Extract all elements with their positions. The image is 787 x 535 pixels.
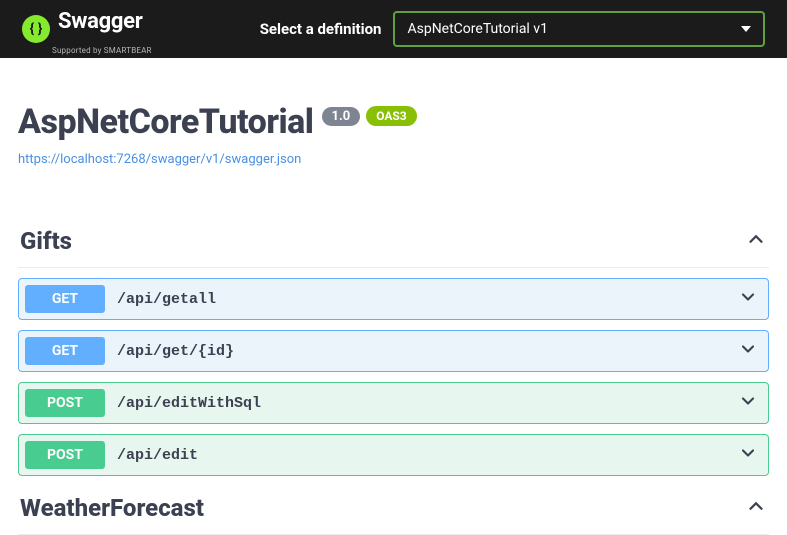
method-badge: POST — [25, 389, 105, 417]
chevron-down-icon — [738, 287, 758, 311]
brand-name: Swagger — [58, 9, 158, 34]
version-badge: 1.0 — [322, 107, 361, 126]
brand-subtitle: Supported by SMARTBEAR — [52, 46, 152, 55]
definition-selected-value: AspNetCoreTutorial v1 — [407, 21, 548, 37]
tag-name: Gifts — [20, 227, 72, 255]
api-title: AspNetCoreTutorial — [18, 102, 314, 142]
chevron-down-icon — [741, 26, 751, 32]
chevron-up-icon — [745, 495, 767, 521]
op-get-getbyid[interactable]: GET /api/get/{id} — [18, 330, 769, 372]
op-path: /api/getall — [117, 291, 738, 308]
chevron-down-icon — [738, 391, 758, 415]
ops-list-gifts: GET /api/getall GET /api/get/{id} POST /… — [18, 268, 769, 476]
main: AspNetCoreTutorial 1.0 OAS3 https://loca… — [0, 58, 787, 535]
op-post-edit[interactable]: POST /api/edit — [18, 434, 769, 476]
title-row: AspNetCoreTutorial 1.0 OAS3 — [18, 102, 769, 142]
tag-header-gifts[interactable]: Gifts — [18, 221, 769, 268]
tag-name: WeatherForecast — [20, 494, 204, 522]
chevron-up-icon — [745, 228, 767, 254]
op-path: /api/editWithSql — [117, 395, 738, 412]
swagger-logo-icon: { } — [22, 15, 50, 43]
brand[interactable]: { } Swagger Supported by SMARTBEAR — [22, 9, 158, 49]
topbar: { } Swagger Supported by SMARTBEAR Selec… — [0, 0, 787, 58]
method-badge: GET — [25, 337, 105, 365]
chevron-down-icon — [738, 443, 758, 467]
chevron-down-icon — [738, 339, 758, 363]
definition-select[interactable]: AspNetCoreTutorial v1 — [393, 11, 765, 47]
method-badge: POST — [25, 441, 105, 469]
op-path: /api/get/{id} — [117, 343, 738, 360]
op-path: /api/edit — [117, 447, 738, 464]
tag-header-weatherforecast[interactable]: WeatherForecast — [18, 488, 769, 535]
method-badge: GET — [25, 285, 105, 313]
op-get-getall[interactable]: GET /api/getall — [18, 278, 769, 320]
op-post-editwithsql[interactable]: POST /api/editWithSql — [18, 382, 769, 424]
tags-container: Gifts GET /api/getall GET /api/get/{id} — [18, 221, 769, 535]
oas-badge: OAS3 — [366, 106, 417, 126]
spec-url-link[interactable]: https://localhost:7268/swagger/v1/swagge… — [18, 152, 301, 167]
definition-label: Select a definition — [260, 20, 382, 38]
